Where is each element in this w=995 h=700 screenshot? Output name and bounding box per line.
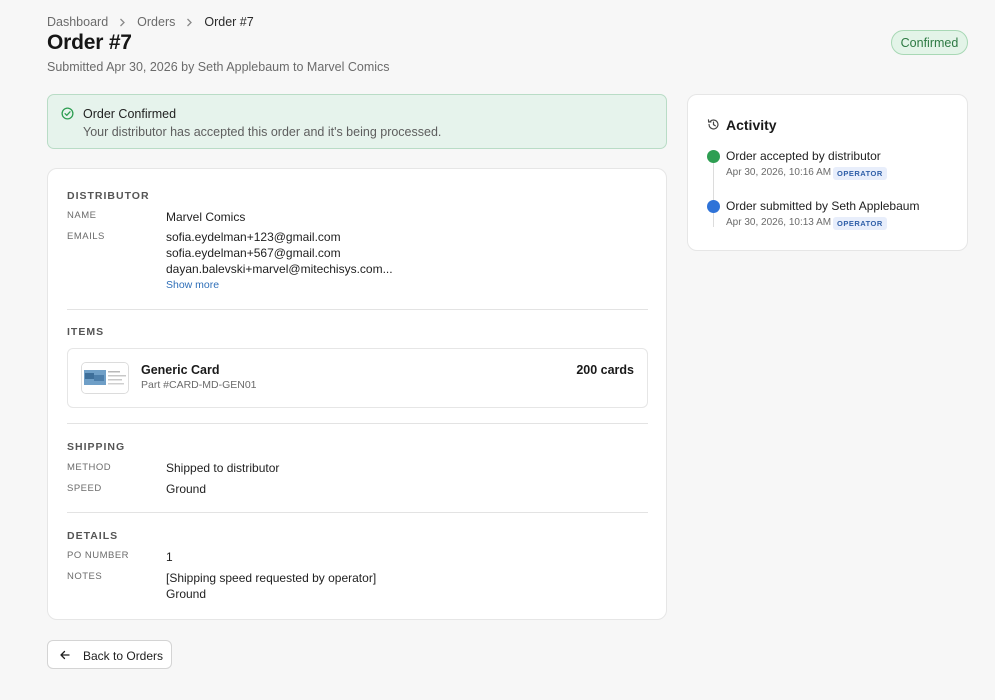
timeline-line bbox=[713, 157, 714, 227]
status-dot bbox=[707, 200, 720, 213]
operator-badge: OPERATOR bbox=[833, 217, 887, 230]
breadcrumb-orders[interactable]: Orders bbox=[137, 15, 175, 29]
divider bbox=[67, 423, 648, 424]
divider bbox=[67, 309, 648, 310]
shipping-speed: Ground bbox=[166, 482, 207, 496]
breadcrumb-dashboard[interactable]: Dashboard bbox=[47, 15, 108, 29]
status-badge: Confirmed bbox=[891, 30, 968, 55]
divider bbox=[67, 512, 648, 513]
po-number: 1 bbox=[166, 550, 173, 564]
chevron-right-icon bbox=[119, 18, 126, 27]
email-item: sofia.eydelman+123@gmail.com bbox=[166, 230, 341, 244]
chevron-right-icon bbox=[186, 18, 193, 27]
operator-badge: OPERATOR bbox=[833, 167, 887, 180]
back-button-label: Back to Orders bbox=[83, 649, 164, 663]
notes-line: Ground bbox=[166, 587, 207, 601]
activity-event-time: Apr 30, 2026, 10:16 AM bbox=[726, 167, 832, 178]
item-name: Generic Card bbox=[141, 363, 220, 377]
details-section-label: DETAILS bbox=[67, 530, 119, 542]
check-circle-icon bbox=[61, 107, 74, 125]
order-confirmed-alert: Order Confirmed Your distributor has acc… bbox=[47, 94, 667, 149]
shipping-method: Shipped to distributor bbox=[166, 461, 280, 475]
notes-line: [Shipping speed requested by operator] bbox=[166, 571, 377, 585]
back-to-orders-button[interactable]: Back to Orders bbox=[47, 640, 172, 669]
name-label: NAME bbox=[67, 210, 97, 221]
emails-label: EMAILS bbox=[67, 231, 105, 242]
po-number-label: PO NUMBER bbox=[67, 550, 130, 561]
notes-label: NOTES bbox=[67, 571, 103, 582]
item-thumbnail bbox=[81, 362, 129, 394]
activity-event-title: Order accepted by distributor bbox=[726, 149, 881, 163]
items-section-label: ITEMS bbox=[67, 326, 105, 338]
item-quantity: 200 cards bbox=[576, 363, 634, 377]
arrow-left-icon bbox=[59, 649, 71, 664]
shipping-section-label: SHIPPING bbox=[67, 441, 126, 453]
speed-label: SPEED bbox=[67, 483, 102, 494]
alert-title: Order Confirmed bbox=[83, 107, 177, 121]
distributor-section-label: DISTRIBUTOR bbox=[67, 190, 150, 202]
item-part-number: Part #CARD-MD-GEN01 bbox=[141, 379, 257, 391]
email-item: dayan.balevski+marvel@mitechisys.com... bbox=[166, 262, 393, 276]
breadcrumb: Dashboard Orders Order #7 bbox=[47, 15, 254, 29]
breadcrumb-current: Order #7 bbox=[204, 15, 254, 29]
order-details-card: DISTRIBUTOR NAME Marvel Comics EMAILS so… bbox=[47, 168, 667, 620]
item-row: Generic Card Part #CARD-MD-GEN01 200 car… bbox=[67, 348, 648, 408]
history-icon bbox=[707, 118, 720, 136]
alert-message: Your distributor has accepted this order… bbox=[83, 125, 442, 139]
activity-title: Activity bbox=[726, 117, 777, 133]
email-item: sofia.eydelman+567@gmail.com bbox=[166, 246, 341, 260]
order-subtitle: Submitted Apr 30, 2026 by Seth Applebaum… bbox=[47, 60, 390, 74]
activity-panel: Activity Order accepted by distributor A… bbox=[687, 94, 968, 251]
show-more-link[interactable]: Show more bbox=[166, 279, 219, 291]
status-dot bbox=[707, 150, 720, 163]
distributor-name: Marvel Comics bbox=[166, 210, 246, 224]
page-title: Order #7 bbox=[47, 31, 132, 54]
method-label: METHOD bbox=[67, 462, 112, 473]
activity-event-title: Order submitted by Seth Applebaum bbox=[726, 199, 920, 213]
activity-event-time: Apr 30, 2026, 10:13 AM bbox=[726, 217, 832, 228]
